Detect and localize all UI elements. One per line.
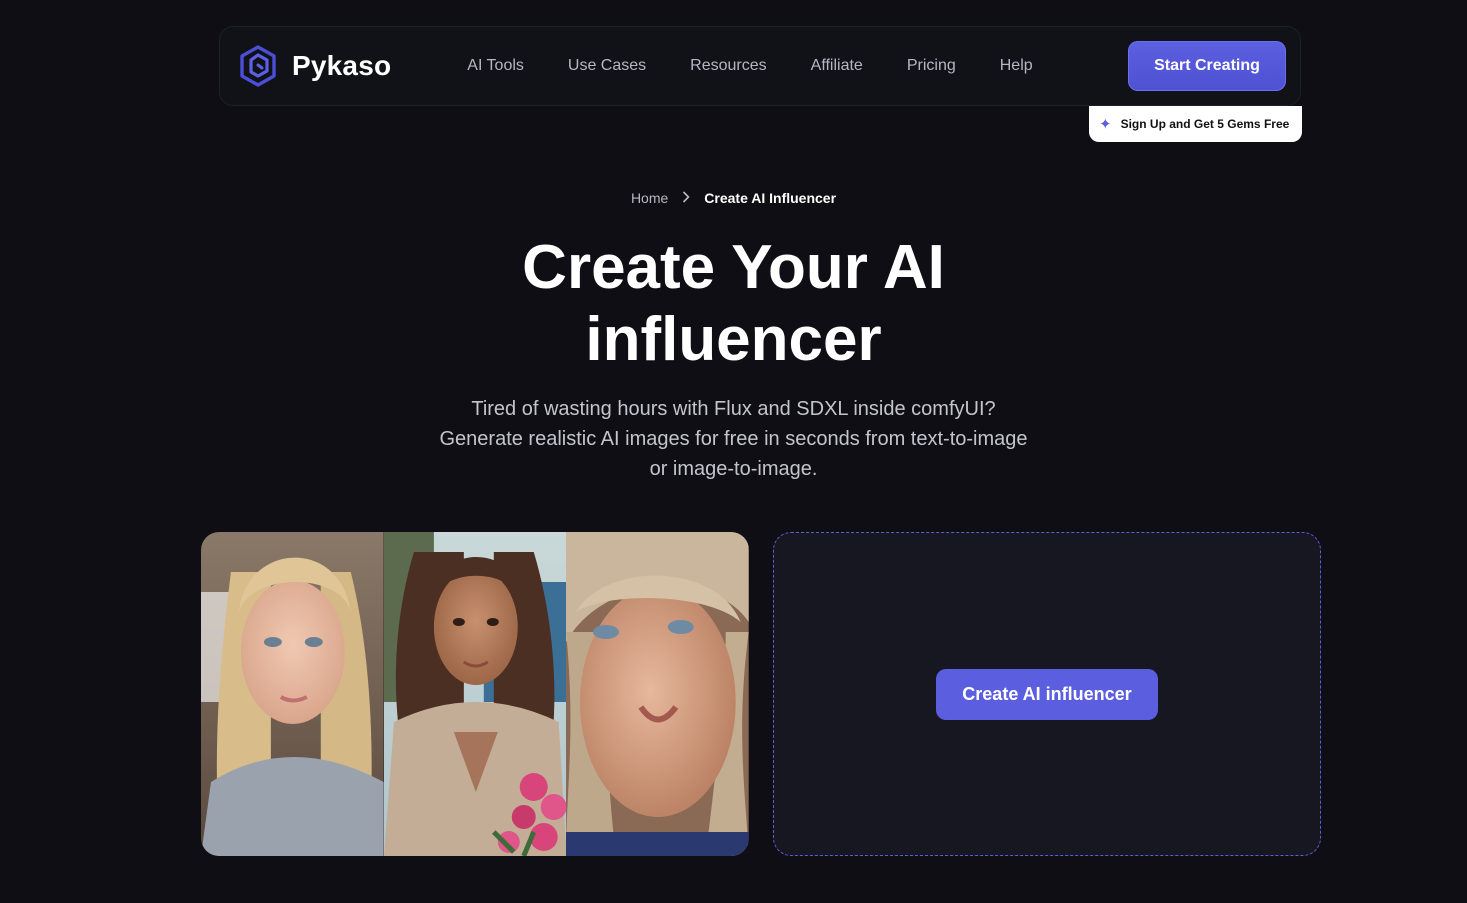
create-ai-influencer-button[interactable]: Create AI influencer [936,668,1158,720]
brand-logo[interactable]: Pykaso [238,44,391,88]
page: Pykaso AI Tools Use Cases Resources Affi… [0,0,1467,903]
signup-gems-badge[interactable]: ✦ Sign Up and Get 5 Gems Free [1089,106,1302,142]
hero-subtitle-line-1: Tired of wasting hours with Flux and SDX… [471,398,996,420]
hero-subtitle-line-2: Generate realistic AI images for free in… [439,428,1028,450]
nav-pricing[interactable]: Pricing [907,57,956,75]
nav-affiliate[interactable]: Affiliate [811,57,863,75]
nav-ai-tools[interactable]: AI Tools [467,57,524,75]
nav-links: AI Tools Use Cases Resources Affiliate P… [467,57,1032,75]
sparkle-icon: ✦ [1099,115,1112,133]
create-dropzone[interactable]: Create AI influencer [773,532,1321,856]
nav-help[interactable]: Help [1000,57,1033,75]
example-photo-brunette [383,532,567,856]
hexagon-logo-icon [238,44,278,88]
example-photo-blonde [201,532,384,856]
page-title-line-2: influencer [585,305,882,374]
signup-gems-label: Sign Up and Get 5 Gems Free [1120,117,1290,131]
top-navbar: Pykaso AI Tools Use Cases Resources Affi… [219,26,1301,106]
hero-subtitle-line-3: or image-to-image. [649,458,818,480]
chevron-right-icon [682,190,690,206]
start-creating-button[interactable]: Start Creating [1128,41,1286,91]
hero-subtitle: Tired of wasting hours with Flux and SDX… [0,394,1467,484]
example-gallery [201,532,749,856]
brand-name: Pykaso [292,50,392,81]
breadcrumb-current: Create AI Influencer [704,190,837,206]
page-title-line-1: Create Your AI [522,233,945,302]
nav-use-cases[interactable]: Use Cases [568,57,646,75]
nav-resources[interactable]: Resources [690,57,766,75]
example-photo-portrait [566,532,749,856]
breadcrumb: Home Create AI Influencer [0,190,1467,206]
page-title: Create Your AI influencer [0,232,1467,376]
breadcrumb-home-link[interactable]: Home [631,190,668,206]
